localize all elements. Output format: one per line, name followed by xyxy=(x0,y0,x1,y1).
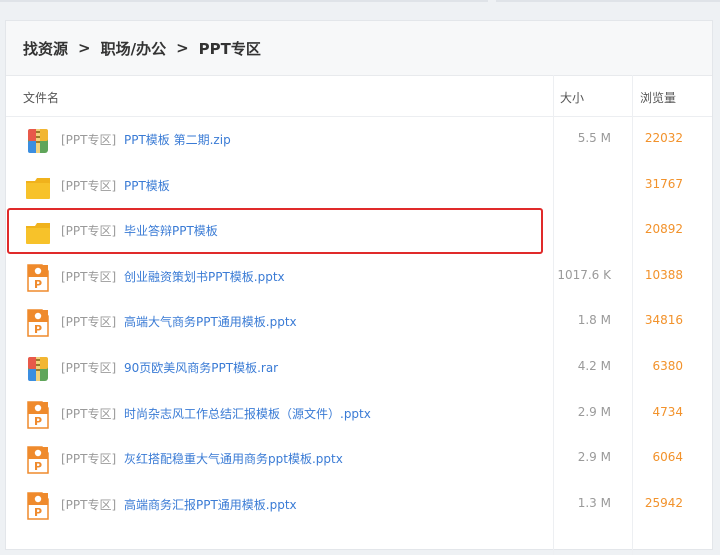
breadcrumb: 找资源 > 职场/办公 > PPT专区 xyxy=(23,38,261,59)
archive-icon xyxy=(25,355,51,383)
file-row[interactable]: P [PPT专区] 高端大气商务PPT通用模板.pptx 1.8 M 34816 xyxy=(6,299,712,345)
file-row[interactable]: P [PPT专区] 高端商务汇报PPT通用模板.pptx 1.3 M 25942 xyxy=(6,482,712,528)
svg-text:P: P xyxy=(34,323,42,336)
file-category-tag: [PPT专区] xyxy=(61,452,117,467)
column-header-row: 文件名 大小 浏览量 xyxy=(6,76,712,117)
pptx-icon: P xyxy=(25,400,51,429)
breadcrumb-root[interactable]: 找资源 xyxy=(23,38,68,59)
breadcrumb-separator: > xyxy=(176,39,189,57)
file-name-link[interactable]: PPT模板 xyxy=(124,177,170,194)
file-category-tag: [PPT专区] xyxy=(61,133,117,147)
file-view-count: 25942 xyxy=(644,495,683,510)
top-tab-strip xyxy=(0,0,720,4)
file-name-link[interactable]: 高端商务汇报PPT通用模板.pptx xyxy=(124,496,297,513)
breadcrumb-current: PPT专区 xyxy=(198,39,261,58)
svg-text:P: P xyxy=(34,415,42,428)
file-category-tag: [PPT专区] xyxy=(61,269,117,284)
folder-icon xyxy=(25,173,51,201)
breadcrumb-level1[interactable]: 职场/办公 xyxy=(101,38,166,59)
top-tab-left[interactable] xyxy=(0,0,488,2)
file-size: 1017.6 K xyxy=(557,267,611,282)
file-row[interactable]: P [PPT专区] 创业融资策划书PPT模板.pptx 1017.6 K 10388 xyxy=(6,254,712,300)
file-size: 4.2 M xyxy=(577,359,611,373)
file-view-count: 22032 xyxy=(644,131,683,145)
file-size: 2.9 M xyxy=(577,404,611,419)
file-category-tag: [PPT专区] xyxy=(61,497,117,512)
file-row[interactable]: P [PPT专区] 时尚杂志风工作总结汇报模板（源文件）.pptx 2.9 M 4734 xyxy=(6,391,712,437)
pptx-icon: P xyxy=(25,446,51,474)
panel-header: 找资源 > 职场/办公 > PPT专区 xyxy=(6,21,712,76)
column-header-size[interactable]: 大小 xyxy=(560,89,584,106)
highlight-box xyxy=(7,208,543,255)
file-name-link[interactable]: PPT模板 第二期.zip xyxy=(124,131,231,148)
file-row[interactable]: [PPT专区] PPT模板 第二期.zip 5.5 M 22032 xyxy=(6,117,712,163)
pptx-icon: P xyxy=(25,309,51,338)
pptx-icon: P xyxy=(25,264,51,292)
file-view-count: 6064 xyxy=(652,450,683,465)
svg-text:P: P xyxy=(34,460,42,473)
file-category-tag: [PPT专区] xyxy=(61,406,117,421)
pptx-icon: P xyxy=(25,492,51,520)
file-row[interactable]: [PPT专区] 90页欧美风商务PPT模板.rar 4.2 M 6380 xyxy=(6,345,712,391)
file-view-count: 4734 xyxy=(652,404,683,419)
file-name-link[interactable]: 灰红搭配稳重大气通用商务ppt模板.pptx xyxy=(124,450,343,467)
file-size: 2.9 M xyxy=(577,450,611,465)
breadcrumb-separator: > xyxy=(78,39,91,57)
file-view-count: 10388 xyxy=(644,267,683,282)
column-header-views[interactable]: 浏览量 xyxy=(640,89,676,106)
file-size: 1.3 M xyxy=(577,495,611,510)
file-name-link[interactable]: 创业融资策划书PPT模板.pptx xyxy=(124,268,285,285)
file-category-tag: [PPT专区] xyxy=(61,315,117,330)
svg-text:P: P xyxy=(34,506,42,519)
file-row[interactable]: [PPT专区] PPT模板 31767 xyxy=(6,163,712,209)
column-header-name[interactable]: 文件名 xyxy=(23,89,59,106)
archive-icon xyxy=(25,127,51,155)
file-size: 5.5 M xyxy=(577,131,611,145)
svg-text:P: P xyxy=(34,278,42,291)
file-list-panel: 找资源 > 职场/办公 > PPT专区 文件名 大小 浏览量 [PPT专区] PP… xyxy=(5,20,713,555)
file-name-link[interactable]: 高端大气商务PPT通用模板.pptx xyxy=(124,313,297,330)
file-name-link[interactable]: 90页欧美风商务PPT模板.rar xyxy=(124,359,278,376)
top-tab-right[interactable] xyxy=(496,0,720,2)
file-name-link[interactable]: 时尚杂志风工作总结汇报模板（源文件）.pptx xyxy=(124,405,371,422)
file-size: 1.8 M xyxy=(577,313,611,328)
file-view-count: 31767 xyxy=(644,176,683,191)
file-category-tag: [PPT专区] xyxy=(61,361,117,375)
file-view-count: 6380 xyxy=(652,359,683,373)
file-view-count: 20892 xyxy=(644,222,683,237)
file-row[interactable]: P [PPT专区] 灰红搭配稳重大气通用商务ppt模板.pptx 2.9 M 6064 xyxy=(6,436,712,482)
file-view-count: 34816 xyxy=(644,313,683,328)
file-category-tag: [PPT专区] xyxy=(61,178,117,193)
